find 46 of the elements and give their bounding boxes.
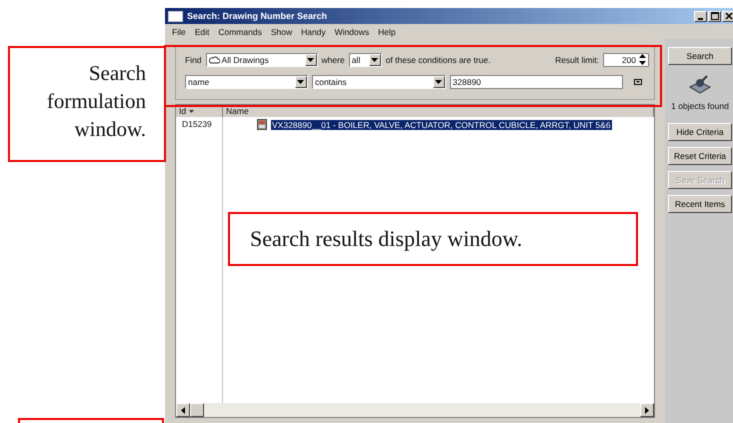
operator-dropdown[interactable]: contains	[312, 74, 446, 88]
find-dropdown[interactable]: All Drawings	[206, 52, 318, 66]
menu-item[interactable]: File	[172, 26, 186, 36]
scroll-left-button[interactable]	[176, 403, 190, 417]
match-dropdown[interactable]: all	[348, 52, 382, 66]
tool-icon	[688, 75, 712, 95]
maximize-button[interactable]	[708, 10, 721, 22]
field-dropdown[interactable]: name	[185, 74, 308, 88]
result-limit-spinner[interactable]: 200	[603, 52, 649, 66]
menu-item[interactable]: Edit	[194, 26, 210, 36]
callout-label: Search results display window.	[228, 212, 638, 266]
find-label: Find	[185, 54, 202, 64]
menu-item[interactable]: Handy	[301, 26, 326, 36]
close-icon	[724, 12, 732, 20]
drawing-file-icon	[257, 119, 267, 130]
scroll-right-button[interactable]	[640, 403, 654, 417]
value-field[interactable]: 328890	[450, 74, 624, 88]
search-button[interactable]: Search	[668, 47, 732, 65]
horizontal-scrollbar[interactable]	[176, 403, 654, 417]
menu-item[interactable]: Help	[378, 26, 396, 36]
window-title: Search: Drawing Number Search	[187, 11, 328, 21]
column-header[interactable]: Name	[223, 105, 654, 117]
column-header[interactable]: Id	[176, 105, 223, 117]
maximize-icon	[710, 12, 718, 20]
minimize-button[interactable]	[694, 10, 707, 22]
sort-arrow-icon	[189, 110, 194, 112]
close-button[interactable]	[722, 10, 733, 22]
menu-item[interactable]: Commands	[218, 26, 262, 36]
results-count: 1 objects found	[671, 101, 729, 111]
result-limit-label: Result limit:	[555, 54, 599, 64]
scroll-thumb[interactable]	[190, 403, 204, 417]
menu-item[interactable]: Windows	[334, 26, 370, 36]
where-label: where	[322, 54, 345, 64]
scroll-left-icon	[181, 406, 185, 414]
sidebar-button[interactable]: Recent Items	[668, 195, 732, 213]
conditions-text: of these conditions are true.	[386, 54, 491, 64]
cloud-icon	[208, 56, 220, 64]
table-cell-text: D15239	[182, 119, 213, 129]
sidebar-button[interactable]: Reset Criteria	[668, 147, 732, 165]
result-name[interactable]: VX328890__01 - BOILER, VALVE, ACTUATOR, CONTROL CUBICLE, ARRGT, UNIT 5&6	[271, 120, 612, 130]
scroll-right-icon	[645, 406, 649, 414]
callout-label: Search formulation window.	[8, 46, 166, 162]
sidebar-button[interactable]: Hide Criteria	[668, 123, 732, 141]
window-icon	[168, 10, 183, 22]
dropdown-box-icon	[634, 78, 642, 84]
menu-item[interactable]: Show	[270, 26, 292, 36]
